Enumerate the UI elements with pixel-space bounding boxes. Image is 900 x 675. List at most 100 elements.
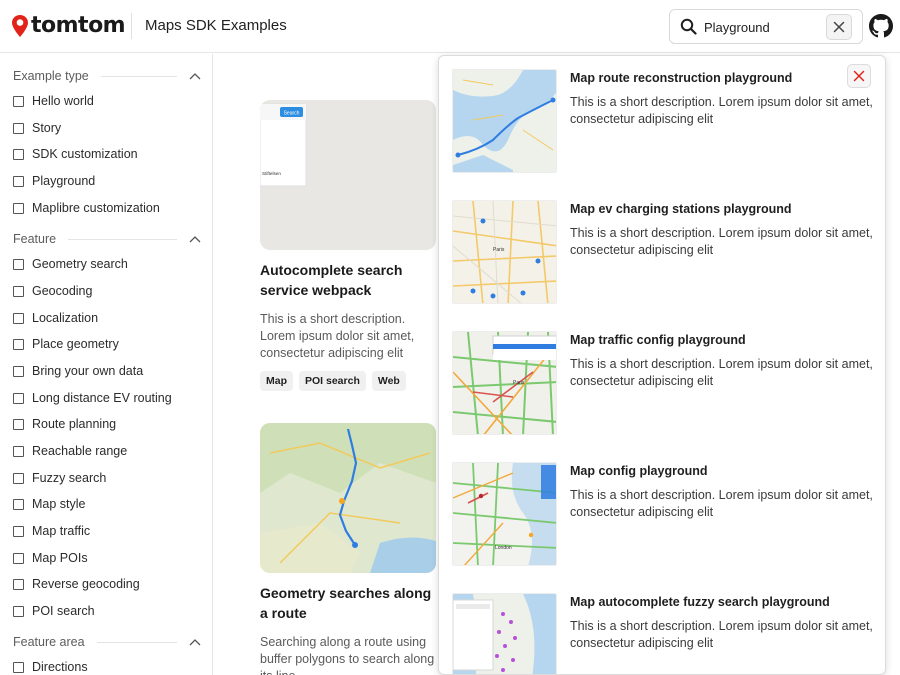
- filter-reverse-geocoding[interactable]: Reverse geocoding: [13, 575, 140, 593]
- checkbox[interactable]: [13, 258, 24, 270]
- tag[interactable]: POI search: [299, 371, 366, 391]
- filter-hello-world[interactable]: Hello world: [13, 92, 94, 110]
- thumb-result-text: Stiftelsen: [262, 171, 281, 176]
- checkbox-label: POI search: [32, 604, 95, 618]
- checkbox[interactable]: [13, 525, 24, 537]
- checkbox-label: SDK customization: [32, 147, 138, 161]
- result-description: This is a short description. Lorem ipsum…: [570, 226, 873, 257]
- filter-map-style[interactable]: Map style: [13, 495, 86, 513]
- app-header: tomtom Maps SDK Examples: [0, 0, 900, 53]
- checkbox[interactable]: [13, 392, 24, 404]
- filter-long-distance-ev-routing[interactable]: Long distance EV routing: [13, 389, 172, 407]
- result-title[interactable]: Map route reconstruction playground: [570, 71, 792, 85]
- filter-geometry-search[interactable]: Geometry search: [13, 255, 128, 273]
- filter-map-traffic[interactable]: Map traffic: [13, 522, 90, 540]
- result-title[interactable]: Map ev charging stations playground: [570, 202, 792, 216]
- result-description: This is a short description. Lorem ipsum…: [570, 488, 873, 519]
- result-description: This is a short description. Lorem ipsum…: [570, 95, 873, 126]
- checkbox[interactable]: [13, 418, 24, 430]
- filter-fuzzy-search[interactable]: Fuzzy search: [13, 469, 106, 487]
- filter-playground[interactable]: Playground: [13, 172, 95, 190]
- tag[interactable]: Web: [371, 371, 406, 391]
- example-card[interactable]: Search Stiftelsen Autocomplete search se…: [260, 100, 436, 391]
- search-icon: [680, 18, 697, 35]
- result-title[interactable]: Map traffic config playground: [570, 333, 746, 347]
- filter-maplibre-customization[interactable]: Maplibre customization: [13, 199, 160, 217]
- search-input[interactable]: [704, 18, 814, 36]
- checkbox[interactable]: [13, 202, 24, 214]
- card-description: This is a short description. Lorem ipsum…: [260, 312, 415, 360]
- filter-story[interactable]: Story: [13, 119, 61, 137]
- checkbox-label: Geocoding: [32, 284, 93, 298]
- page-title: Maps SDK Examples: [145, 17, 287, 34]
- filter-place-geometry[interactable]: Place geometry: [13, 335, 119, 353]
- checkbox[interactable]: [13, 285, 24, 297]
- checkbox[interactable]: [13, 338, 24, 350]
- filter-bring-your-own-data[interactable]: Bring your own data: [13, 362, 143, 380]
- traffic-map-image: Paris: [453, 332, 556, 434]
- search-result-item[interactable]: Map route reconstruction playground This…: [452, 69, 873, 175]
- example-card[interactable]: Geometry searches along a route Searchin…: [260, 423, 436, 675]
- filter-sdk-customization[interactable]: SDK customization: [13, 145, 138, 163]
- checkbox[interactable]: [13, 95, 24, 107]
- card-title[interactable]: Autocomplete search service webpack: [260, 260, 436, 300]
- filter-directions[interactable]: Directions: [13, 658, 88, 675]
- search-result-item[interactable]: Map autocomplete fuzzy search playground…: [452, 593, 873, 674]
- tag[interactable]: Map: [260, 371, 293, 391]
- fuzzy-search-map-image: [453, 594, 556, 674]
- filter-route-planning[interactable]: Route planning: [13, 415, 116, 433]
- checkbox[interactable]: [13, 578, 24, 590]
- map-label: Paris: [493, 247, 505, 253]
- result-thumbnail: Paris: [452, 200, 557, 304]
- section-feature[interactable]: Feature: [13, 230, 201, 248]
- chevron-up-icon[interactable]: [189, 72, 201, 80]
- route-map-image: [453, 70, 556, 172]
- checkbox-label: Reverse geocoding: [32, 577, 140, 591]
- filter-localization[interactable]: Localization: [13, 309, 98, 327]
- filter-poi-search[interactable]: POI search: [13, 602, 95, 620]
- checkbox-label: Map POIs: [32, 551, 88, 565]
- search-result-item[interactable]: London Map config playground This is a s…: [452, 462, 873, 568]
- london-map-image: London: [453, 463, 556, 565]
- result-title[interactable]: Map config playground: [570, 464, 708, 478]
- checkbox[interactable]: [13, 472, 24, 484]
- search-result-item[interactable]: Paris Map traffic config playground This…: [452, 331, 873, 437]
- search-result-item[interactable]: Paris Map ev charging stations playgroun…: [452, 200, 873, 306]
- checkbox[interactable]: [13, 122, 24, 134]
- checkbox-label: Maplibre customization: [32, 201, 160, 215]
- checkbox[interactable]: [13, 552, 24, 564]
- clear-search-button[interactable]: [826, 14, 852, 40]
- checkbox[interactable]: [13, 661, 24, 673]
- checkbox-label: Long distance EV routing: [32, 391, 172, 405]
- github-icon[interactable]: [869, 14, 893, 38]
- section-divider: [96, 641, 177, 643]
- checkbox[interactable]: [13, 365, 24, 377]
- section-example-type[interactable]: Example type: [13, 67, 201, 85]
- filter-map-pois[interactable]: Map POIs: [13, 549, 88, 567]
- chevron-up-icon[interactable]: [189, 638, 201, 646]
- card-tags: Map POI search Web: [260, 371, 436, 391]
- checkbox-label: Localization: [32, 311, 99, 325]
- close-icon: [833, 21, 845, 33]
- checkbox[interactable]: [13, 312, 24, 324]
- checkbox[interactable]: [13, 148, 24, 160]
- card-title[interactable]: Geometry searches along a route: [260, 583, 436, 623]
- section-feature-area[interactable]: Feature area: [13, 633, 201, 651]
- filter-geocoding[interactable]: Geocoding: [13, 282, 92, 300]
- checkbox[interactable]: [13, 175, 24, 187]
- route-preview-image: [260, 423, 436, 573]
- chevron-up-icon[interactable]: [189, 235, 201, 243]
- checkbox[interactable]: [13, 605, 24, 617]
- checkbox[interactable]: [13, 445, 24, 457]
- checkbox-label: Playground: [32, 174, 96, 188]
- checkbox[interactable]: [13, 498, 24, 510]
- checkbox-label: Fuzzy search: [32, 471, 107, 485]
- checkbox-label: Reachable range: [32, 444, 128, 458]
- autocomplete-preview-image: Search Stiftelsen: [260, 100, 436, 250]
- tomtom-logo[interactable]: tomtom: [12, 14, 126, 38]
- result-title[interactable]: Map autocomplete fuzzy search playground: [570, 595, 830, 609]
- search-results-dropdown: Map route reconstruction playground This…: [438, 55, 886, 675]
- filter-sidebar: Example type Hello world Story SDK custo…: [0, 54, 213, 675]
- search-box: [669, 9, 863, 44]
- filter-reachable-range[interactable]: Reachable range: [13, 442, 127, 460]
